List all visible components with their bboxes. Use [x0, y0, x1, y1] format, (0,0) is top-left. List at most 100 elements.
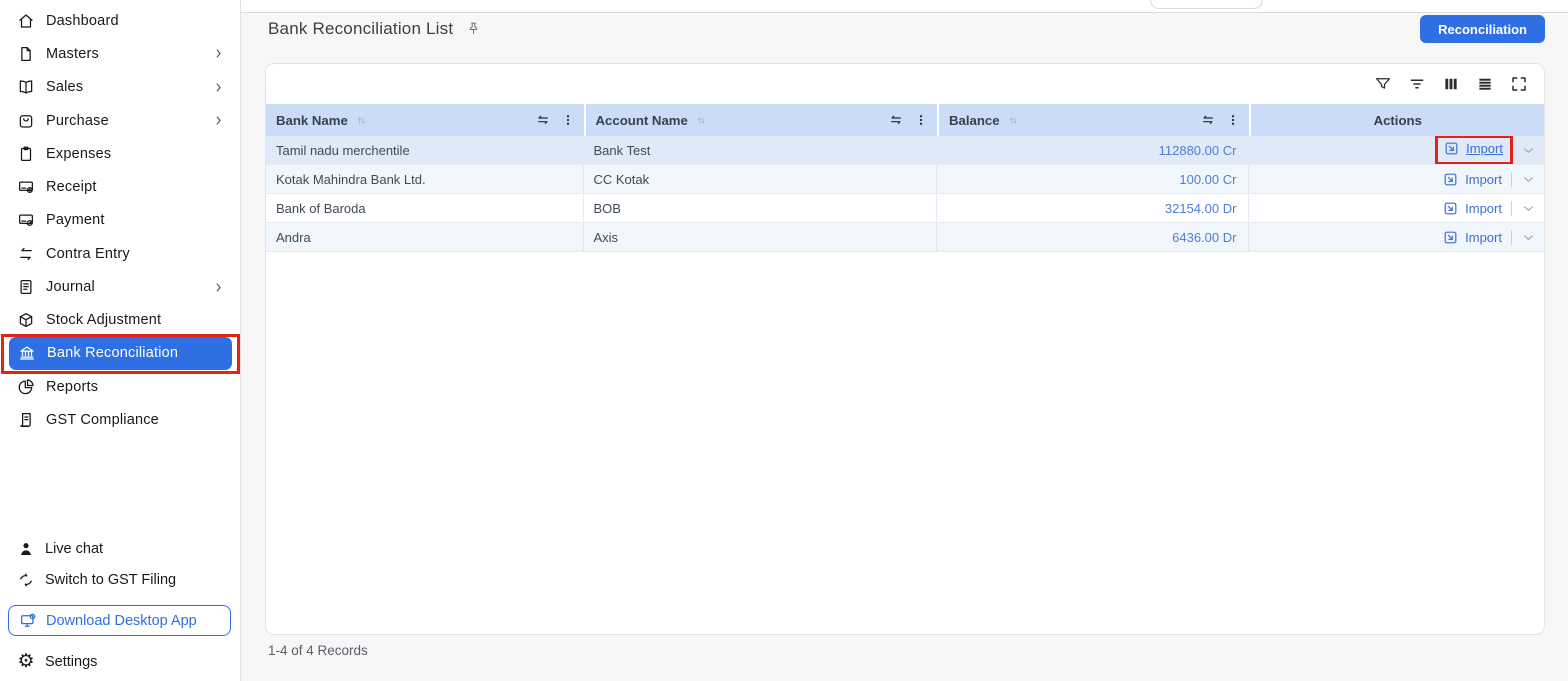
- filter-funnel-icon[interactable]: [1374, 75, 1392, 93]
- annotation-box-import: Import: [1435, 136, 1513, 164]
- sort-icon[interactable]: [1006, 113, 1021, 128]
- column-resize-icon[interactable]: [1200, 112, 1216, 128]
- sidebar-item-label: Dashboard: [46, 12, 119, 29]
- clipboard-icon: [17, 145, 35, 163]
- cell-account-name: Bank Test: [583, 136, 937, 165]
- sidebar-item-stock-adjustment[interactable]: Stock Adjustment: [0, 304, 239, 337]
- sidebar-item-label: Payment: [46, 212, 105, 229]
- bank-icon: [18, 344, 36, 362]
- page-title-row: Bank Reconciliation List: [268, 19, 482, 39]
- header-pill-partial: [1150, 0, 1263, 9]
- sidebar-item-label: Contra Entry: [46, 245, 130, 262]
- column-header-actions: Actions: [1249, 104, 1544, 136]
- bill-icon: [17, 411, 35, 429]
- sidebar-item-label: Live chat: [45, 540, 104, 557]
- table-row[interactable]: Bank of Baroda BOB 32154.00 Dr Import: [266, 194, 1544, 223]
- cell-bank-name: Tamil nadu merchentile: [266, 136, 584, 165]
- table-row[interactable]: Kotak Mahindra Bank Ltd. CC Kotak 100.00…: [266, 165, 1544, 194]
- column-resize-icon[interactable]: [888, 112, 904, 128]
- chevron-down-icon[interactable]: [1521, 172, 1536, 187]
- desktop-download-icon: [19, 612, 37, 630]
- sidebar-item-bank-reconciliation[interactable]: Bank Reconciliation: [9, 336, 232, 370]
- chevron-down-icon[interactable]: [1521, 143, 1536, 158]
- sidebar-item-purchase[interactable]: Purchase: [0, 104, 239, 137]
- sidebar-item-label: Masters: [46, 45, 99, 62]
- column-menu-icon[interactable]: [913, 112, 929, 128]
- chevron-right-icon: [212, 81, 225, 94]
- swap-arrows-icon: [17, 245, 35, 263]
- import-link[interactable]: Import: [1442, 200, 1502, 217]
- import-label: Import: [1465, 200, 1502, 216]
- column-header-balance[interactable]: Balance: [936, 104, 1250, 136]
- column-menu-icon[interactable]: [1225, 112, 1241, 128]
- import-link[interactable]: Import: [1443, 140, 1503, 157]
- columns-icon[interactable]: [1442, 75, 1460, 93]
- table-row[interactable]: Tamil nadu merchentile Bank Test 112880.…: [266, 136, 1544, 165]
- column-resize-icon[interactable]: [535, 112, 551, 128]
- cell-balance: 6436.00 Dr: [936, 223, 1250, 252]
- chevron-down-icon[interactable]: [1521, 201, 1536, 216]
- sidebar-item-reports[interactable]: Reports: [0, 370, 239, 403]
- sidebar-item-expenses[interactable]: Expenses: [0, 137, 239, 170]
- cell-bank-name: Bank of Baroda: [266, 194, 584, 223]
- journal-icon: [17, 278, 35, 296]
- table-body: Tamil nadu merchentile Bank Test 112880.…: [266, 136, 1544, 252]
- import-link[interactable]: Import: [1442, 171, 1502, 188]
- shopping-bag-icon: [17, 112, 35, 130]
- sidebar-item-label: Bank Reconciliation: [47, 345, 179, 362]
- cell-account-name: Axis: [583, 223, 937, 252]
- sidebar-item-journal[interactable]: Journal: [0, 270, 239, 303]
- rows-icon[interactable]: [1476, 75, 1494, 93]
- cell-balance: 32154.00 Dr: [936, 194, 1250, 223]
- pin-icon[interactable]: [465, 21, 482, 38]
- cell-bank-name: Kotak Mahindra Bank Ltd.: [266, 165, 584, 194]
- top-header-strip: [241, 0, 1568, 13]
- sidebar-item-receipt[interactable]: Receipt: [0, 170, 239, 203]
- table-row[interactable]: Andra Axis 6436.00 Dr Import: [266, 223, 1544, 252]
- file-icon: [17, 45, 35, 63]
- sidebar-item-masters[interactable]: Masters: [0, 37, 239, 70]
- gear-icon: ⚙: [17, 650, 35, 672]
- cell-actions: Import: [1249, 165, 1544, 194]
- chevron-right-icon: [212, 281, 225, 294]
- column-label: Bank Name: [276, 112, 348, 128]
- sidebar: Dashboard Masters Sales Purchase Expense…: [0, 0, 241, 681]
- pie-chart-icon: [17, 378, 35, 396]
- reconciliation-button[interactable]: Reconciliation: [1420, 15, 1545, 43]
- main-content: Bank Reconciliation List Reconciliation …: [241, 0, 1568, 681]
- sidebar-item-label: GST Compliance: [46, 411, 159, 428]
- sort-icon[interactable]: [694, 113, 709, 128]
- sidebar-item-settings[interactable]: ⚙ Settings: [0, 646, 239, 677]
- import-link[interactable]: Import: [1442, 229, 1502, 246]
- person-icon: [17, 540, 35, 558]
- sort-icon[interactable]: [354, 113, 369, 128]
- chevron-down-icon[interactable]: [1521, 230, 1536, 245]
- sidebar-item-payment[interactable]: Payment: [0, 204, 239, 237]
- sidebar-item-sales[interactable]: Sales: [0, 71, 239, 104]
- sidebar-item-live-chat[interactable]: Live chat: [0, 533, 239, 564]
- import-icon: [1445, 142, 1458, 155]
- cell-actions: Import: [1249, 194, 1544, 223]
- import-label: Import: [1465, 229, 1502, 245]
- table-header-row: Bank Name Account Name Balance Actions: [266, 104, 1544, 136]
- sidebar-item-contra-entry[interactable]: Contra Entry: [0, 237, 239, 270]
- sidebar-item-switch-to-gst-filing[interactable]: Switch to GST Filing: [0, 564, 239, 595]
- filter-lines-icon[interactable]: [1408, 75, 1426, 93]
- column-header-bank-name[interactable]: Bank Name: [266, 104, 584, 136]
- fullscreen-icon[interactable]: [1510, 75, 1528, 93]
- sidebar-item-label: Reports: [46, 378, 99, 395]
- card-minus-icon: [17, 211, 35, 229]
- divider: [1510, 171, 1512, 187]
- column-header-account-name[interactable]: Account Name: [583, 104, 937, 136]
- table-card: Bank Name Account Name Balance Actions T…: [265, 63, 1545, 635]
- sidebar-item-label: Purchase: [46, 112, 109, 129]
- cell-balance: 112880.00 Cr: [936, 136, 1250, 165]
- sidebar-item-label: Switch to GST Filing: [45, 571, 177, 588]
- sidebar-item-label: Stock Adjustment: [46, 312, 162, 329]
- sidebar-item-gst-compliance[interactable]: GST Compliance: [0, 403, 239, 436]
- cell-balance: 100.00 Cr: [936, 165, 1250, 194]
- column-menu-icon[interactable]: [560, 112, 576, 128]
- sidebar-item-dashboard[interactable]: Dashboard: [0, 4, 239, 37]
- cell-account-name: BOB: [583, 194, 937, 223]
- download-desktop-app-button[interactable]: Download Desktop App: [8, 605, 231, 636]
